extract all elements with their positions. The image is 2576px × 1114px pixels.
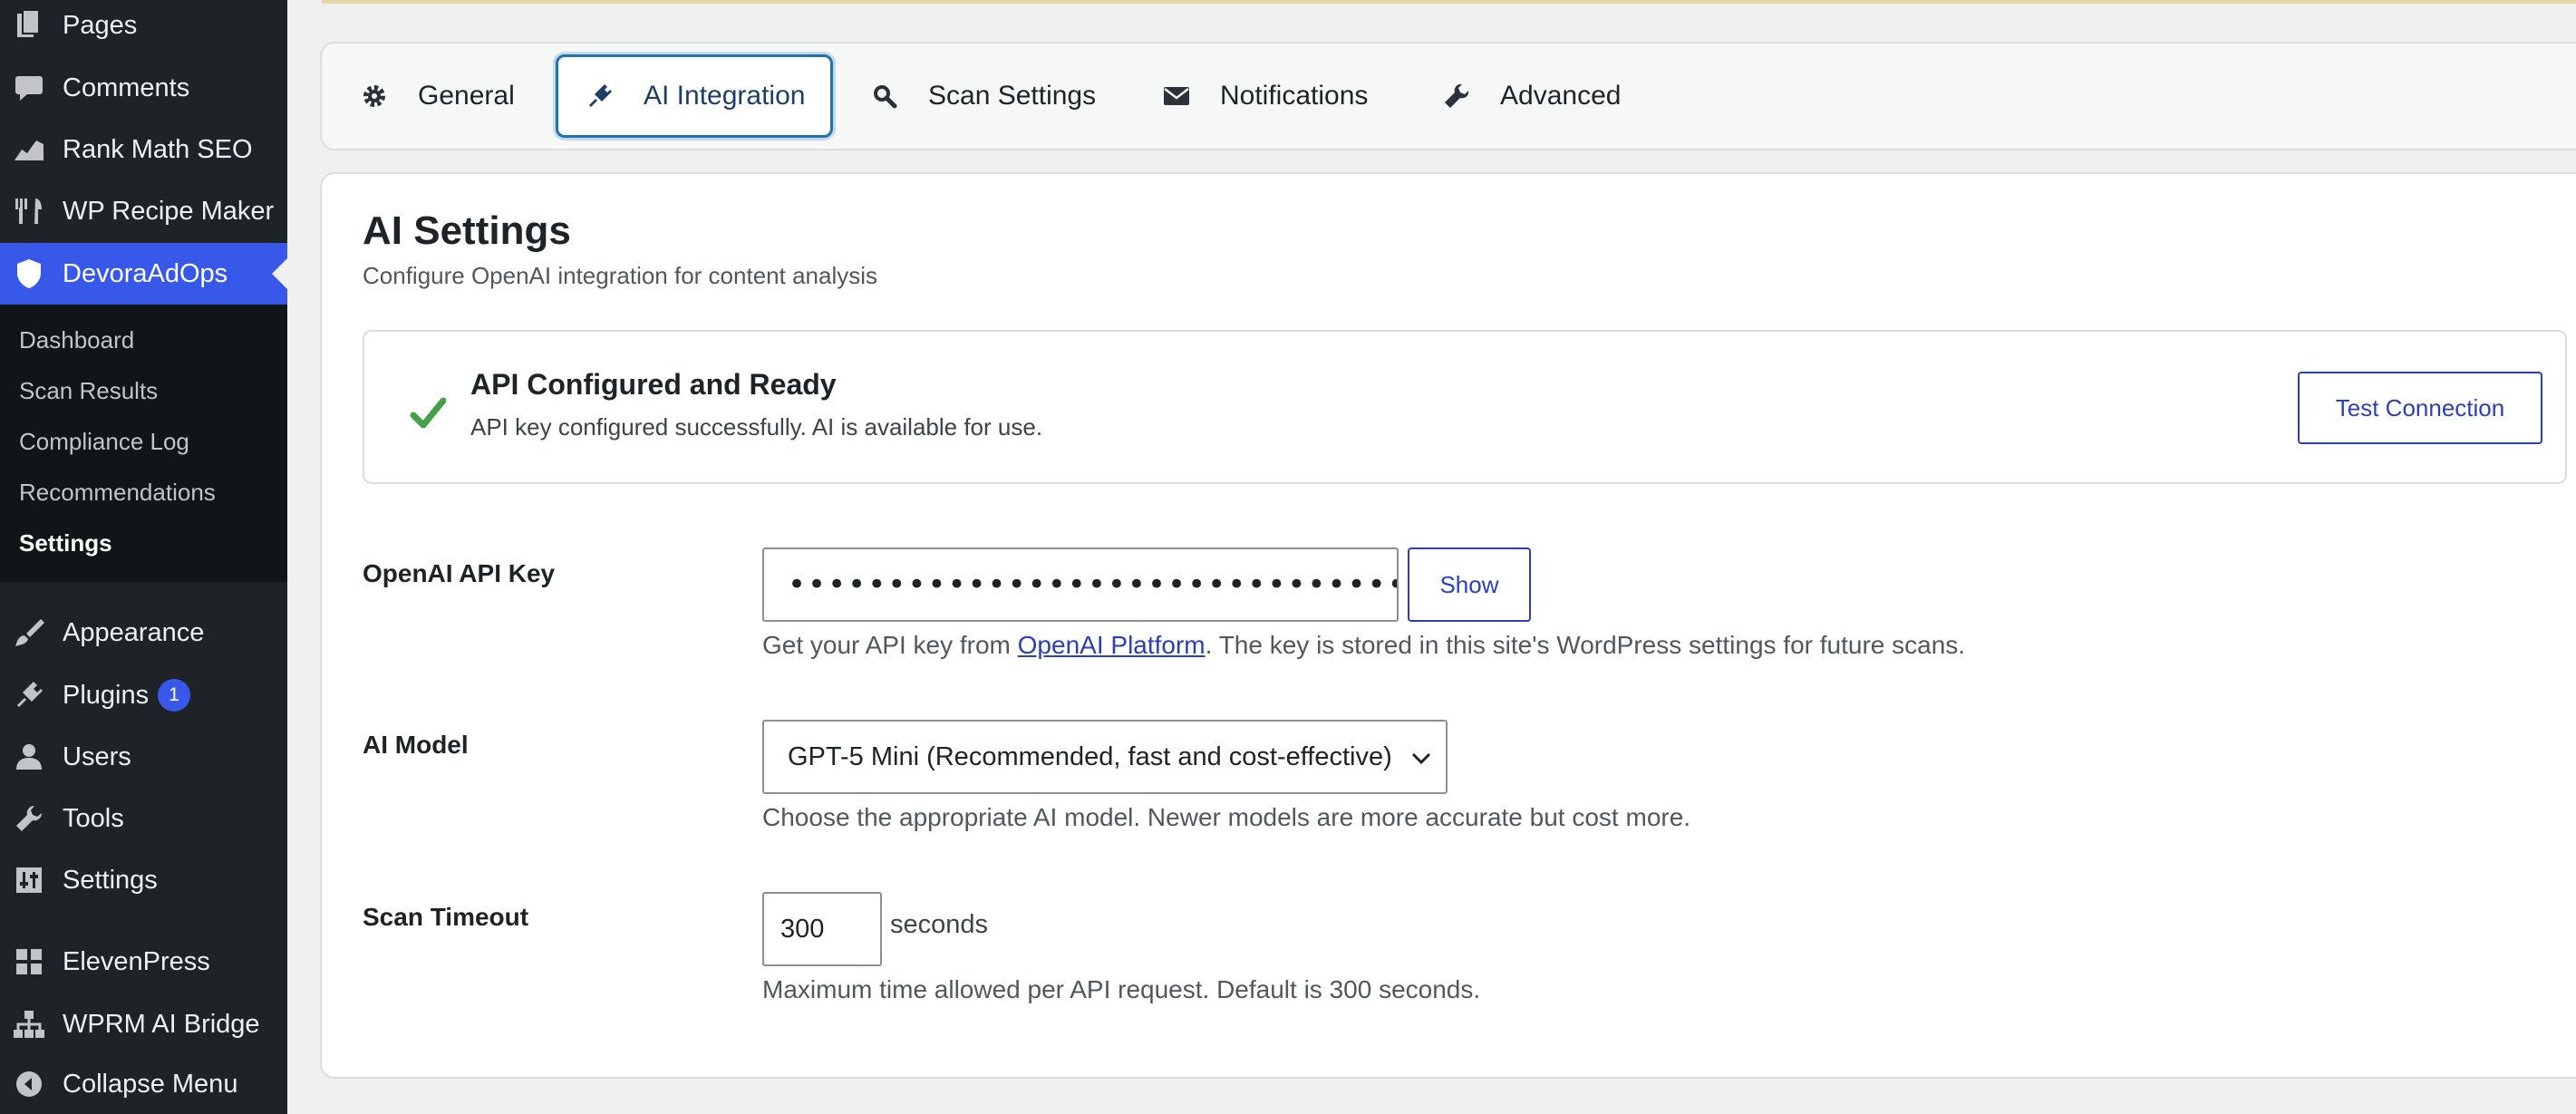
chevron-down-icon	[1409, 747, 1433, 770]
tab-notifications[interactable]: Notifications	[1160, 54, 1368, 138]
sidebar-item-rank-math[interactable]: Rank Math SEO	[0, 119, 287, 180]
tab-label: Advanced	[1500, 81, 1622, 111]
sidebar-item-label: Pages	[63, 10, 138, 40]
grid-icon	[13, 945, 45, 978]
sidebar-item-users[interactable]: Users	[0, 726, 287, 788]
page-subtitle: Configure OpenAI integration for content…	[363, 262, 878, 289]
sidebar-item-plugins[interactable]: Plugins 1	[0, 664, 287, 726]
ai-model-label: AI Model	[363, 731, 469, 759]
settings-icon	[13, 864, 45, 896]
sidebar-item-label: Users	[63, 741, 131, 771]
checkmark-icon	[410, 395, 447, 431]
tab-scan-settings[interactable]: Scan Settings	[868, 54, 1096, 138]
timeout-unit: seconds	[890, 910, 989, 939]
scan-timeout-input[interactable]: 300	[762, 892, 882, 966]
plugins-icon	[13, 679, 45, 712]
plugin-icon	[584, 80, 616, 112]
settings-tabs: General AI Integration Scan Settings Not…	[320, 42, 2576, 150]
tools-icon	[13, 802, 45, 835]
envelope-icon	[1160, 80, 1193, 112]
submenu-item-settings[interactable]: Settings	[19, 529, 112, 557]
submenu-item-recommendations[interactable]: Recommendations	[19, 479, 216, 507]
pages-icon	[13, 9, 45, 42]
sidebar-item-label: Tools	[63, 803, 124, 833]
submenu-item-dashboard[interactable]: Dashboard	[19, 326, 134, 354]
status-message: API key configured successfully. AI is a…	[470, 413, 1043, 441]
sidebar-item-pages[interactable]: Pages	[0, 0, 287, 56]
api-status-box: API Configured and Ready API key configu…	[363, 330, 2567, 484]
help-text: . The key is stored in this site's WordP…	[1205, 631, 1966, 659]
sidebar-item-tools[interactable]: Tools	[0, 788, 287, 849]
sidebar-item-label: Comments	[63, 73, 190, 102]
scan-timeout-label: Scan Timeout	[363, 903, 529, 931]
shield-icon	[13, 257, 45, 290]
collapse-icon	[13, 1068, 45, 1100]
network-icon	[13, 1008, 45, 1041]
sidebar-item-label: ElevenPress	[63, 946, 210, 976]
gear-icon	[358, 80, 391, 112]
sidebar-item-elevenpress[interactable]: ElevenPress	[0, 931, 287, 993]
sidebar-item-label: DevoraAdOps	[63, 258, 228, 288]
plugins-update-badge: 1	[158, 679, 190, 712]
api-key-label: OpenAI API Key	[363, 559, 556, 587]
ai-model-help: Choose the appropriate AI model. Newer m…	[762, 803, 1691, 831]
scan-timeout-help: Maximum time allowed per API request. De…	[762, 975, 1481, 1003]
sidebar-item-wprm-ai-bridge[interactable]: WPRM AI Bridge	[0, 993, 287, 1055]
api-key-help: Get your API key from OpenAI Platform. T…	[762, 631, 1965, 660]
sidebar-item-label: WP Recipe Maker	[63, 196, 275, 226]
sidebar-item-collapse-menu[interactable]: Collapse Menu	[0, 1053, 287, 1114]
sidebar-item-label: Appearance	[63, 617, 205, 647]
sidebar-item-settings[interactable]: Settings	[0, 849, 287, 911]
comments-icon	[13, 72, 45, 104]
show-api-key-button[interactable]: Show	[1408, 547, 1531, 622]
sidebar-item-label: WPRM AI Bridge	[63, 1009, 260, 1039]
rank-math-icon	[13, 133, 45, 166]
submenu-item-scan-results[interactable]: Scan Results	[19, 377, 158, 405]
wrench-icon	[1440, 80, 1473, 112]
tab-label: AI Integration	[644, 81, 806, 111]
tab-label: Notifications	[1220, 81, 1369, 111]
submenu-item-compliance-log[interactable]: Compliance Log	[19, 428, 189, 456]
sidebar-item-label: Settings	[63, 865, 158, 895]
tab-label: Scan Settings	[928, 81, 1097, 111]
devoraadops-submenu: Dashboard Scan Results Compliance Log Re…	[0, 305, 287, 582]
tab-label: General	[418, 81, 515, 111]
notice-strip	[322, 0, 2576, 4]
recipe-icon	[13, 195, 45, 228]
tab-general[interactable]: General	[358, 54, 515, 138]
users-icon	[13, 741, 45, 773]
sidebar-item-devoraadops[interactable]: DevoraAdOps	[0, 243, 287, 305]
sidebar-item-appearance[interactable]: Appearance	[0, 602, 287, 664]
ai-settings-card: AI Settings Configure OpenAI integration…	[320, 172, 2576, 1079]
appearance-icon	[13, 616, 45, 649]
select-value: GPT-5 Mini (Recommended, fast and cost-e…	[788, 741, 1392, 771]
tab-ai-integration[interactable]: AI Integration	[556, 54, 834, 138]
sidebar-item-label: Rank Math SEO	[63, 134, 253, 164]
openai-platform-link[interactable]: OpenAI Platform	[1018, 631, 1206, 659]
test-connection-button[interactable]: Test Connection	[2298, 372, 2542, 444]
sidebar-item-label: Collapse Menu	[63, 1069, 238, 1099]
help-text: Get your API key from	[762, 631, 1018, 659]
sidebar-item-label: Plugins	[63, 680, 150, 710]
page-title: AI Settings	[363, 208, 571, 253]
sidebar-item-comments[interactable]: Comments	[0, 57, 287, 119]
app-root: Pages Comments Rank Math SEO WP Recipe M…	[0, 0, 2576, 1114]
search-icon	[868, 80, 901, 112]
status-title: API Configured and Ready	[470, 368, 837, 401]
admin-sidebar: Pages Comments Rank Math SEO WP Recipe M…	[0, 0, 287, 1114]
sidebar-item-recipe-maker[interactable]: WP Recipe Maker	[0, 180, 287, 242]
api-key-input[interactable]: ••••••••••••••••••••••••••••••••••••••••…	[762, 547, 1399, 622]
ai-model-select[interactable]: GPT-5 Mini (Recommended, fast and cost-e…	[762, 720, 1448, 794]
tab-advanced[interactable]: Advanced	[1440, 54, 1621, 138]
